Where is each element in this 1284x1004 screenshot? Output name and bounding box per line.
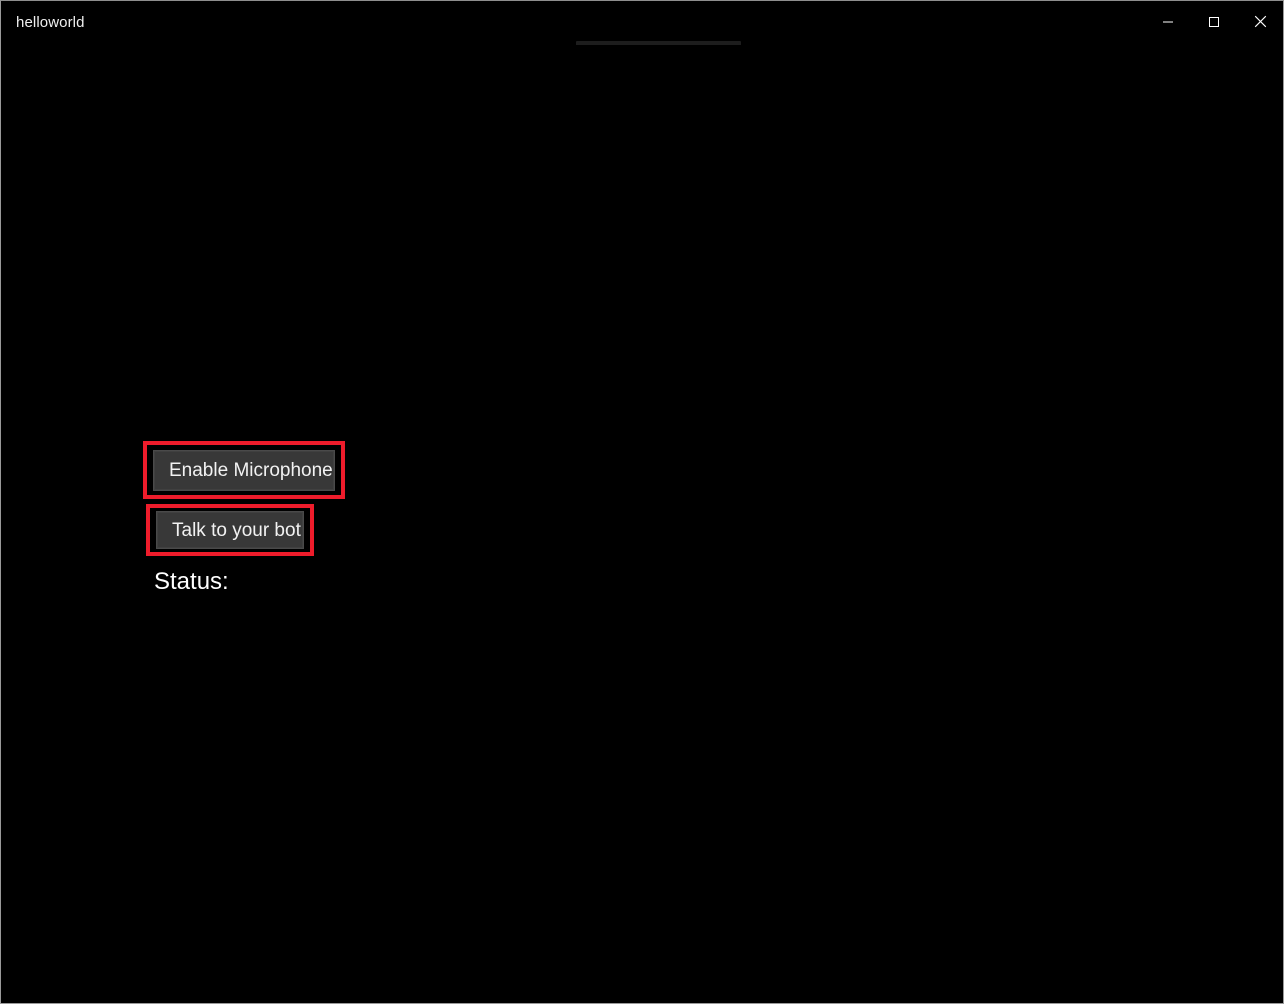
- maximize-icon: [1208, 16, 1220, 31]
- minimize-icon: [1162, 16, 1174, 31]
- window-caption-buttons: [1145, 1, 1283, 45]
- minimize-button[interactable]: [1145, 1, 1191, 45]
- status-label: Status:: [154, 568, 229, 595]
- application-window: helloworld Enable Microphone Talk to you…: [0, 0, 1284, 1004]
- close-button[interactable]: [1237, 1, 1283, 45]
- window-title: helloworld: [16, 14, 85, 31]
- enable-microphone-button[interactable]: Enable Microphone: [153, 450, 335, 491]
- title-bar[interactable]: helloworld: [1, 1, 1283, 45]
- talk-to-your-bot-button[interactable]: Talk to your bot: [156, 511, 304, 549]
- maximize-button[interactable]: [1191, 1, 1237, 45]
- app-content-area: Enable Microphone Talk to your bot Statu…: [1, 45, 1283, 1003]
- close-icon: [1254, 15, 1267, 31]
